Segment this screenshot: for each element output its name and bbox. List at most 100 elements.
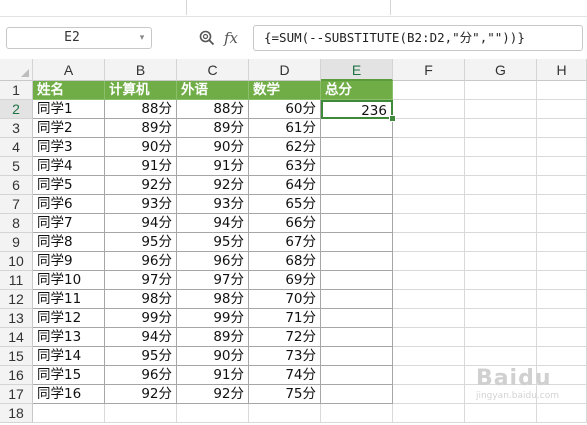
cell-d15[interactable]: 73分 <box>249 347 321 366</box>
cell-a3[interactable]: 同学2 <box>33 119 105 138</box>
row-header-3[interactable]: 3 <box>0 119 33 138</box>
cell-f6[interactable] <box>393 176 465 195</box>
cell-h8[interactable] <box>537 214 587 233</box>
cell-h3[interactable] <box>537 119 587 138</box>
cell-b6[interactable]: 92分 <box>105 176 177 195</box>
cell-e4[interactable] <box>321 138 393 157</box>
cell-e13[interactable] <box>321 309 393 328</box>
cell-e2[interactable]: 236 <box>321 100 393 119</box>
cell-d16[interactable]: 74分 <box>249 366 321 385</box>
cell-c13[interactable]: 99分 <box>177 309 249 328</box>
cell-e17[interactable] <box>321 385 393 404</box>
cell-b2[interactable]: 88分 <box>105 100 177 119</box>
row-header-6[interactable]: 6 <box>0 176 33 195</box>
cell-d9[interactable]: 67分 <box>249 233 321 252</box>
cell-e14[interactable] <box>321 328 393 347</box>
cell-f16[interactable] <box>393 366 465 385</box>
cell-g6[interactable] <box>465 176 537 195</box>
cell-d14[interactable]: 72分 <box>249 328 321 347</box>
cell-f10[interactable] <box>393 252 465 271</box>
fill-handle[interactable] <box>389 115 396 122</box>
cell-h13[interactable] <box>537 309 587 328</box>
column-header-g[interactable]: G <box>465 59 537 81</box>
cell-a1[interactable]: 姓名 <box>33 81 105 100</box>
chevron-down-icon[interactable]: ▾ <box>136 28 148 48</box>
cell-e11[interactable] <box>321 271 393 290</box>
cell-h10[interactable] <box>537 252 587 271</box>
cell-g2[interactable] <box>465 100 537 119</box>
cell-c12[interactable]: 98分 <box>177 290 249 309</box>
cell-a15[interactable]: 同学14 <box>33 347 105 366</box>
cell-e7[interactable] <box>321 195 393 214</box>
cell-a4[interactable]: 同学3 <box>33 138 105 157</box>
formula-input[interactable]: {=SUM(--SUBSTITUTE(B2:D2,"分",""))} <box>253 25 583 51</box>
cell-d1[interactable]: 数学 <box>249 81 321 100</box>
cell-c2[interactable]: 88分 <box>177 100 249 119</box>
cell-c16[interactable]: 91分 <box>177 366 249 385</box>
cell-d17[interactable]: 75分 <box>249 385 321 404</box>
cell-d13[interactable]: 71分 <box>249 309 321 328</box>
cell-g10[interactable] <box>465 252 537 271</box>
cell-c6[interactable]: 92分 <box>177 176 249 195</box>
cell-g13[interactable] <box>465 309 537 328</box>
cell-d10[interactable]: 68分 <box>249 252 321 271</box>
cell-c18[interactable] <box>177 404 249 423</box>
cell-c10[interactable]: 96分 <box>177 252 249 271</box>
cell-c5[interactable]: 91分 <box>177 157 249 176</box>
cell-c8[interactable]: 94分 <box>177 214 249 233</box>
cell-a7[interactable]: 同学6 <box>33 195 105 214</box>
cell-b3[interactable]: 89分 <box>105 119 177 138</box>
cell-g9[interactable] <box>465 233 537 252</box>
cell-e5[interactable] <box>321 157 393 176</box>
cell-d5[interactable]: 63分 <box>249 157 321 176</box>
row-header-17[interactable]: 17 <box>0 385 33 404</box>
cell-f5[interactable] <box>393 157 465 176</box>
cell-a14[interactable]: 同学13 <box>33 328 105 347</box>
cell-h6[interactable] <box>537 176 587 195</box>
cell-b15[interactable]: 95分 <box>105 347 177 366</box>
row-header-18[interactable]: 18 <box>0 404 33 423</box>
cell-c11[interactable]: 97分 <box>177 271 249 290</box>
column-header-f[interactable]: F <box>393 59 465 81</box>
cell-e12[interactable] <box>321 290 393 309</box>
cell-c14[interactable]: 89分 <box>177 328 249 347</box>
row-header-1[interactable]: 1 <box>0 81 33 100</box>
cell-a5[interactable]: 同学4 <box>33 157 105 176</box>
cell-h5[interactable] <box>537 157 587 176</box>
cell-f9[interactable] <box>393 233 465 252</box>
cell-f3[interactable] <box>393 119 465 138</box>
cell-a18[interactable] <box>33 404 105 423</box>
cell-h4[interactable] <box>537 138 587 157</box>
row-header-2[interactable]: 2 <box>0 100 33 119</box>
row-header-12[interactable]: 12 <box>0 290 33 309</box>
row-header-11[interactable]: 11 <box>0 271 33 290</box>
cell-e15[interactable] <box>321 347 393 366</box>
name-box[interactable]: E2 ▾ <box>6 27 152 49</box>
cell-h2[interactable] <box>537 100 587 119</box>
cell-g5[interactable] <box>465 157 537 176</box>
cell-a8[interactable]: 同学7 <box>33 214 105 233</box>
cell-c4[interactable]: 90分 <box>177 138 249 157</box>
row-header-5[interactable]: 5 <box>0 157 33 176</box>
cell-f11[interactable] <box>393 271 465 290</box>
column-header-a[interactable]: A <box>33 59 105 81</box>
cell-a11[interactable]: 同学10 <box>33 271 105 290</box>
cell-f18[interactable] <box>393 404 465 423</box>
column-header-b[interactable]: B <box>105 59 177 81</box>
cell-f7[interactable] <box>393 195 465 214</box>
column-header-e[interactable]: E <box>321 59 393 81</box>
cell-g7[interactable] <box>465 195 537 214</box>
row-header-16[interactable]: 16 <box>0 366 33 385</box>
column-header-c[interactable]: C <box>177 59 249 81</box>
cell-e16[interactable] <box>321 366 393 385</box>
cell-e10[interactable] <box>321 252 393 271</box>
cell-b8[interactable]: 94分 <box>105 214 177 233</box>
select-all-corner[interactable] <box>0 59 33 81</box>
cell-b5[interactable]: 91分 <box>105 157 177 176</box>
cell-g11[interactable] <box>465 271 537 290</box>
row-header-15[interactable]: 15 <box>0 347 33 366</box>
cell-f4[interactable] <box>393 138 465 157</box>
cell-c7[interactable]: 93分 <box>177 195 249 214</box>
cell-f1[interactable] <box>393 81 465 100</box>
row-header-8[interactable]: 8 <box>0 214 33 233</box>
